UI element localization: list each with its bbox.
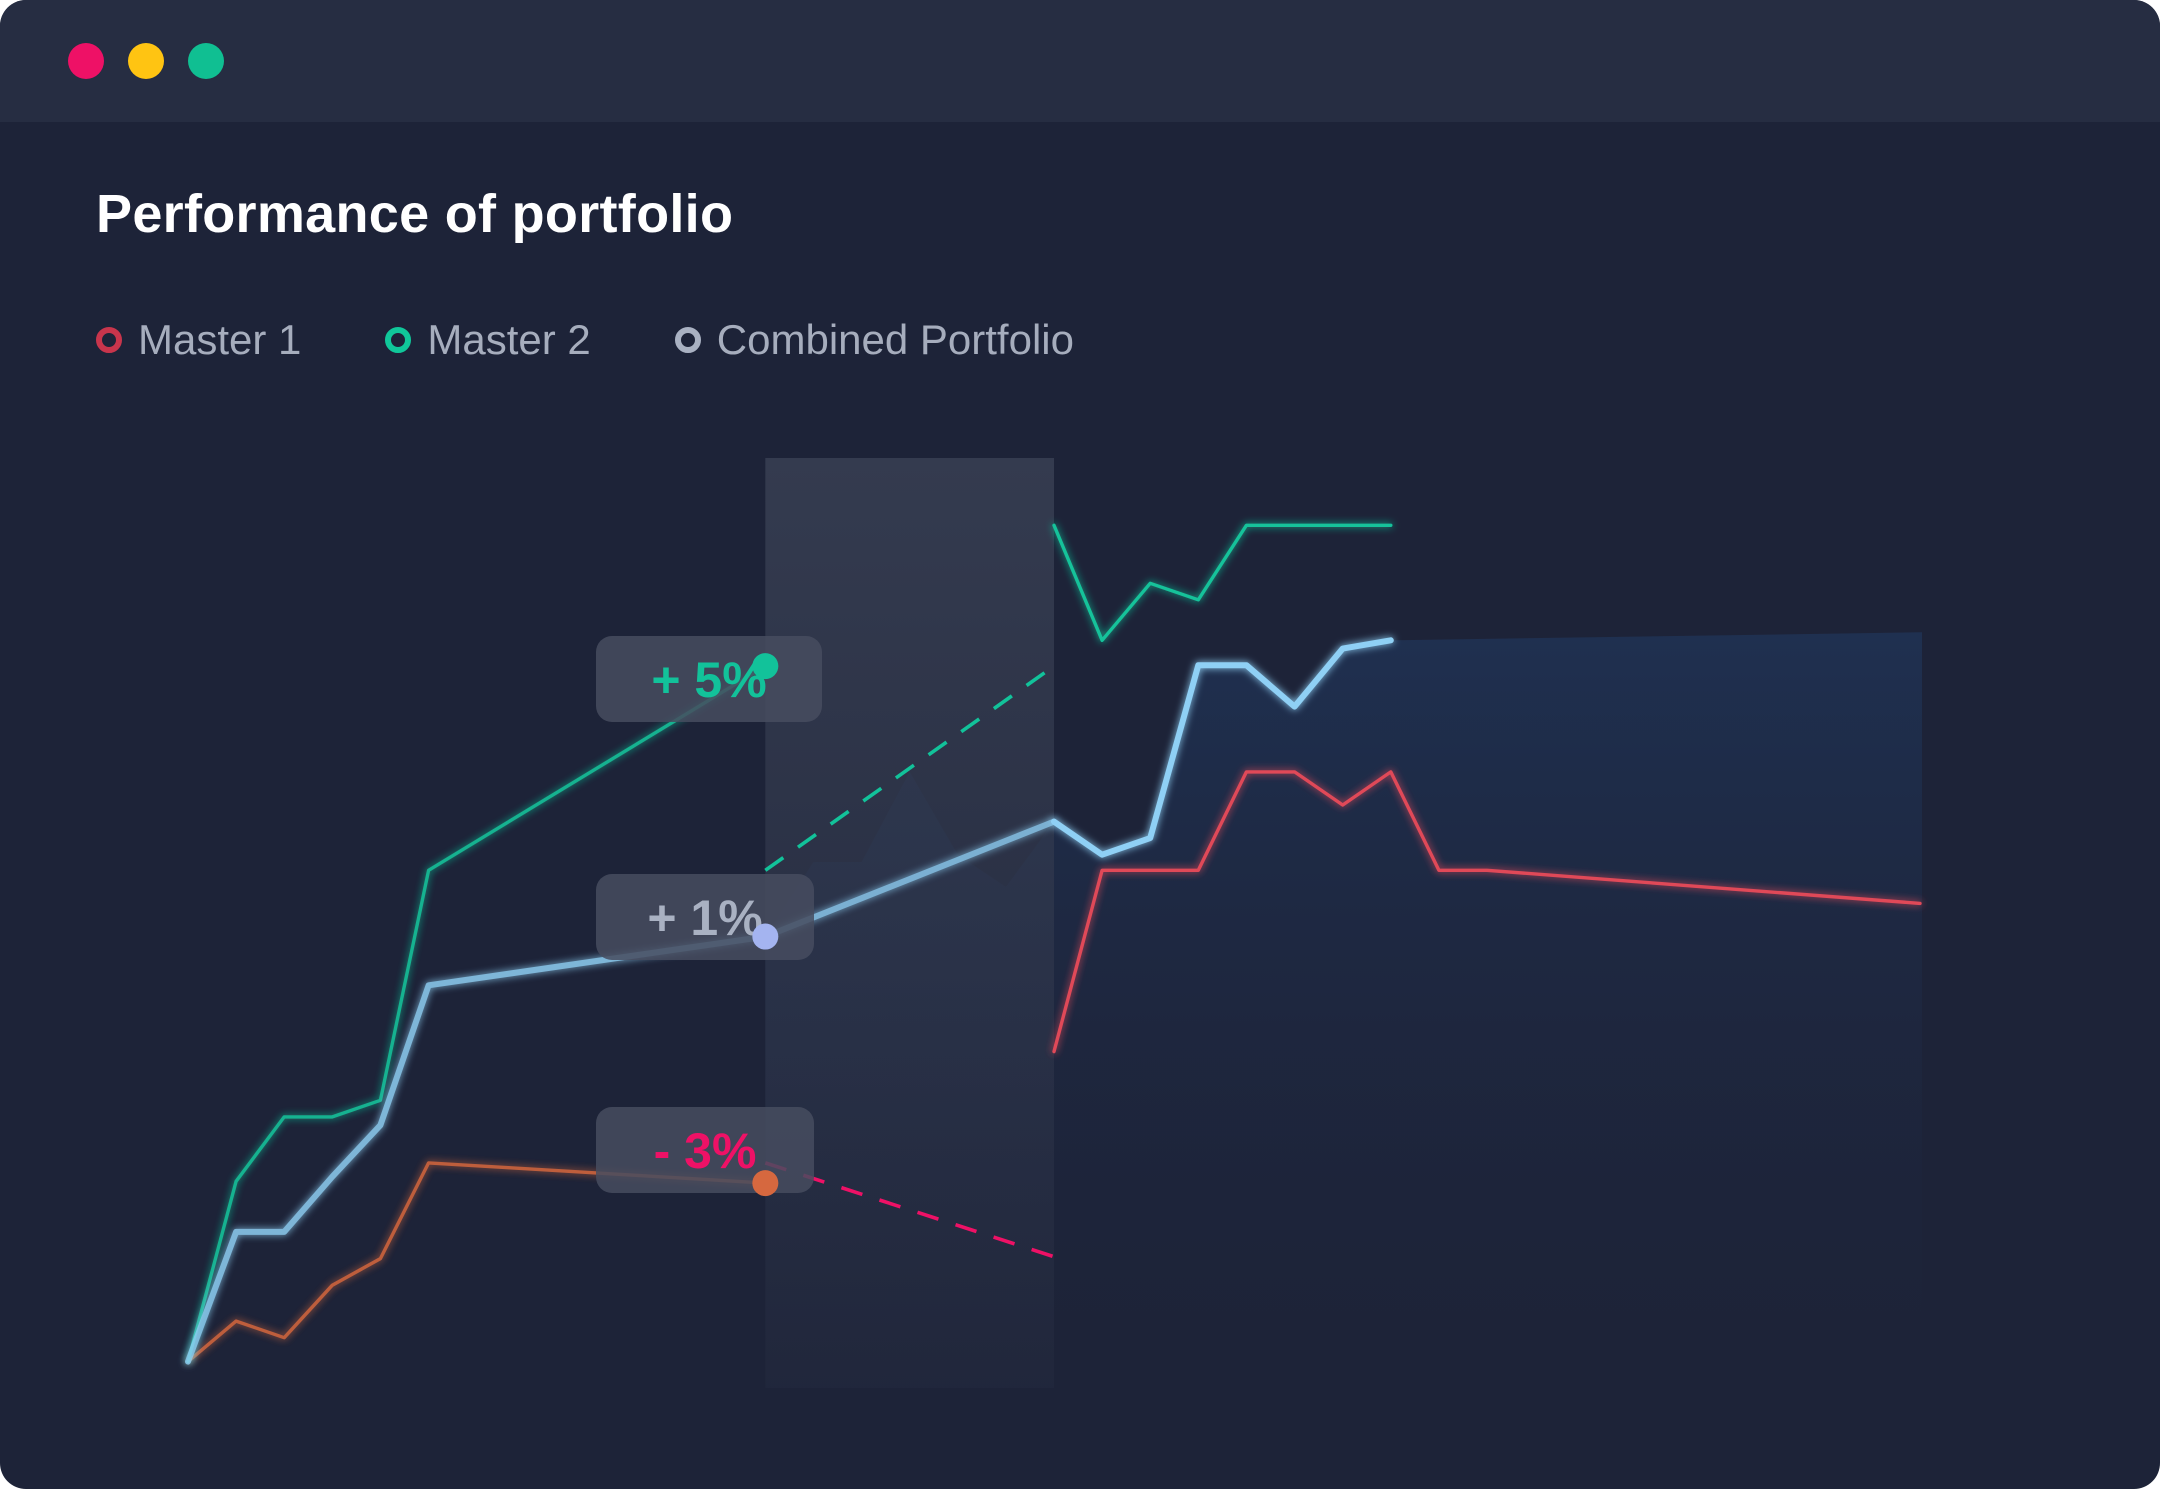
data-point-marker — [752, 923, 779, 950]
series-line-2-post — [1052, 523, 1393, 642]
chart-plot: + 5% + 1% - 3% — [185, 458, 1922, 1388]
annotation-label: + 1% — [647, 890, 762, 946]
data-point-marker — [752, 653, 779, 680]
series-line-2-pre — [186, 664, 767, 1364]
annotation-label: - 3% — [654, 1123, 757, 1179]
data-point-marker — [752, 1170, 779, 1197]
annotation-label: + 5% — [651, 652, 766, 708]
app-window: Performance of portfolio Master 1 Master… — [0, 0, 2160, 1489]
